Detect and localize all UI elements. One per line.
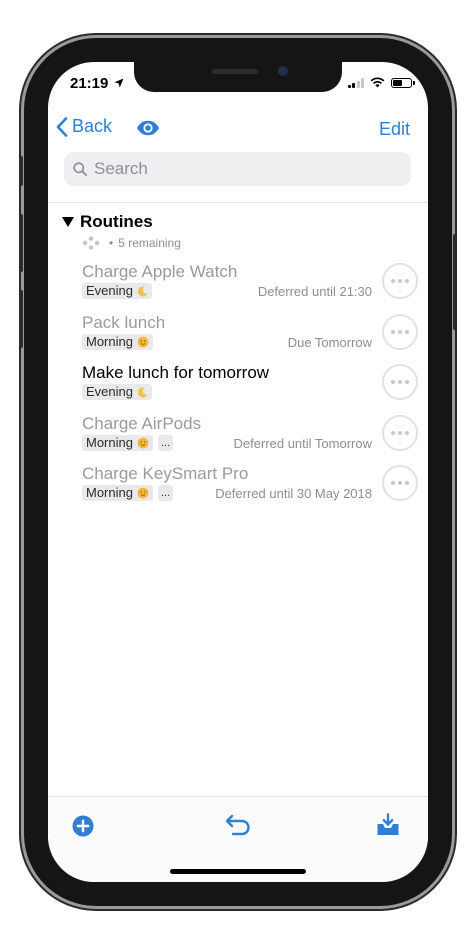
task-row[interactable]: Charge Apple Watch Evening Deferred unti…	[48, 260, 428, 311]
moon-icon	[137, 386, 148, 397]
context-tag[interactable]: Morning	[82, 485, 153, 501]
task-title: Pack lunch	[82, 312, 166, 332]
bullet-separator: •	[109, 236, 114, 250]
notch	[134, 62, 342, 92]
chevron-left-icon	[56, 116, 68, 137]
context-tag[interactable]: Evening	[82, 283, 152, 299]
status-time: 21:19	[70, 75, 109, 92]
wifi-icon	[370, 77, 385, 88]
task-tags: Evening	[82, 283, 152, 299]
remaining-count: 5 remaining	[118, 236, 181, 250]
search-icon	[73, 162, 87, 176]
power-button	[453, 234, 457, 330]
tag-label: Morning	[86, 333, 133, 349]
navigation-bar: Back Edit	[48, 116, 428, 148]
task-row[interactable]: Charge AirPods Morning ... Deferred unti…	[48, 412, 428, 463]
undo-icon[interactable]	[224, 813, 252, 837]
sun-icon	[137, 487, 149, 499]
search-placeholder: Search	[94, 159, 148, 178]
tag-label: Morning	[86, 434, 133, 450]
task-more-button[interactable]	[382, 313, 418, 350]
context-tag[interactable]: Evening	[82, 384, 152, 400]
more-tags-tag[interactable]: ...	[157, 434, 174, 451]
task-list: Charge Apple Watch Evening Deferred unti…	[48, 260, 428, 513]
search-field[interactable]: Search	[64, 152, 411, 186]
task-row[interactable]: Pack lunch Morning Due Tomorrow	[48, 311, 428, 362]
status-indicators	[347, 77, 415, 88]
earpiece-speaker	[212, 69, 258, 74]
divider	[48, 202, 428, 203]
battery-icon	[391, 77, 415, 88]
location-arrow-icon	[114, 78, 124, 88]
task-due: Due Tomorrow	[287, 334, 372, 350]
task-title: Make lunch for tomorrow	[82, 363, 270, 382]
task-due: Deferred until Tomorrow	[233, 435, 372, 451]
task-tags: Morning ...	[82, 485, 174, 501]
task-tags: Morning	[82, 333, 153, 350]
task-more-button[interactable]	[382, 465, 418, 501]
inbox-download-icon[interactable]	[376, 813, 400, 837]
tag-label: Evening	[86, 283, 133, 298]
volume-up-button	[19, 214, 23, 272]
context-tag[interactable]: Morning	[82, 333, 153, 350]
task-tags: Evening	[82, 384, 152, 400]
home-indicator[interactable]	[170, 869, 306, 874]
back-label: Back	[72, 116, 113, 136]
task-due: Deferred until 21:30	[257, 284, 372, 299]
context-tag[interactable]: Morning	[82, 434, 153, 451]
add-circle-icon[interactable]	[72, 815, 94, 837]
tag-label: Evening	[86, 384, 133, 399]
more-tags-tag[interactable]: ...	[157, 485, 174, 501]
task-row[interactable]: Charge KeySmart Pro Morning ... Deferred…	[48, 462, 428, 513]
task-row[interactable]: Make lunch for tomorrow Evening	[48, 361, 428, 412]
section-subtitle: • 5 remaining	[82, 236, 181, 250]
volume-down-button	[19, 290, 23, 348]
back-button[interactable]: Back	[56, 116, 112, 137]
task-title: Charge KeySmart Pro	[82, 464, 249, 483]
eye-icon[interactable]	[136, 120, 160, 136]
battery-level	[393, 79, 403, 86]
sun-icon	[137, 336, 149, 347]
task-title: Charge AirPods	[82, 413, 202, 433]
cellular-signal-icon	[347, 77, 364, 88]
section-header-routines[interactable]: Routines	[62, 212, 153, 232]
moon-icon	[137, 285, 148, 296]
task-more-button[interactable]	[382, 263, 418, 299]
task-due: Deferred until 30 May 2018	[215, 486, 372, 501]
task-tags: Morning ...	[82, 434, 174, 451]
silent-switch	[19, 156, 23, 186]
app-screen: 21:19 Back Edit Search Routines • 5 rema…	[48, 62, 428, 882]
front-camera	[278, 66, 288, 76]
tag-label: Morning	[86, 485, 133, 500]
task-more-button[interactable]	[382, 414, 418, 451]
edit-button[interactable]: Edit	[379, 119, 410, 140]
sun-icon	[137, 437, 149, 448]
task-title: Charge Apple Watch	[82, 262, 238, 281]
disclosure-triangle-icon[interactable]	[62, 217, 74, 227]
task-more-button[interactable]	[382, 364, 418, 400]
routine-dots-icon	[82, 236, 100, 250]
section-title: Routines	[80, 212, 153, 231]
